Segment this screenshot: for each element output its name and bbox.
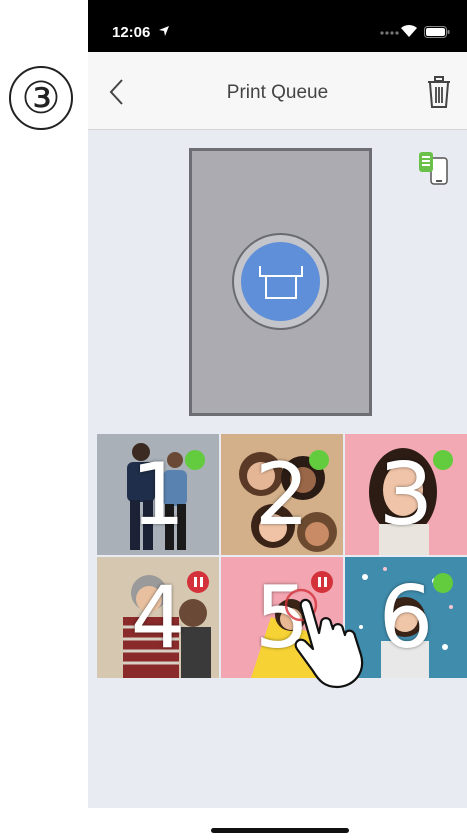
wifi-icon [401,24,417,37]
navigation-bar: Print Queue [88,52,467,130]
printer-battery-icon [419,152,448,185]
status-bar: 12:06 [88,0,467,52]
step-number-badge: ③ [9,66,73,130]
queue-photo-3[interactable]: 3 [345,434,467,555]
signal-icon [380,31,399,35]
battery-icon [424,26,450,38]
phone-screen: 12:06 Print Queue 1 2 3 4 5 6 [88,0,467,840]
location-arrow-icon [159,26,169,36]
home-indicator[interactable] [211,828,349,833]
delete-button[interactable] [425,74,453,110]
print-preview-panel [189,148,372,416]
print-queue-grid: 1 2 3 4 5 6 [97,434,467,680]
status-time: 12:06 [112,24,151,41]
queue-photo-1[interactable]: 1 [97,434,219,555]
print-button[interactable] [232,233,329,330]
ready-status-dot [309,450,329,470]
queue-photo-6[interactable]: 6 [345,557,467,678]
paused-status-dot [187,571,209,593]
paused-status-dot [311,571,333,593]
queue-photo-2[interactable]: 2 [221,434,343,555]
print-button-face [241,242,320,321]
page-title: Print Queue [226,82,329,103]
queue-photo-4[interactable]: 4 [97,557,219,678]
ready-status-dot [185,450,205,470]
trash-icon [428,76,450,108]
queue-photo-5[interactable]: 5 [221,557,343,678]
ready-status-dot [433,450,453,470]
printer-tray-icon [258,265,303,299]
ready-status-dot [433,573,453,593]
bottom-safe-area [88,808,467,840]
